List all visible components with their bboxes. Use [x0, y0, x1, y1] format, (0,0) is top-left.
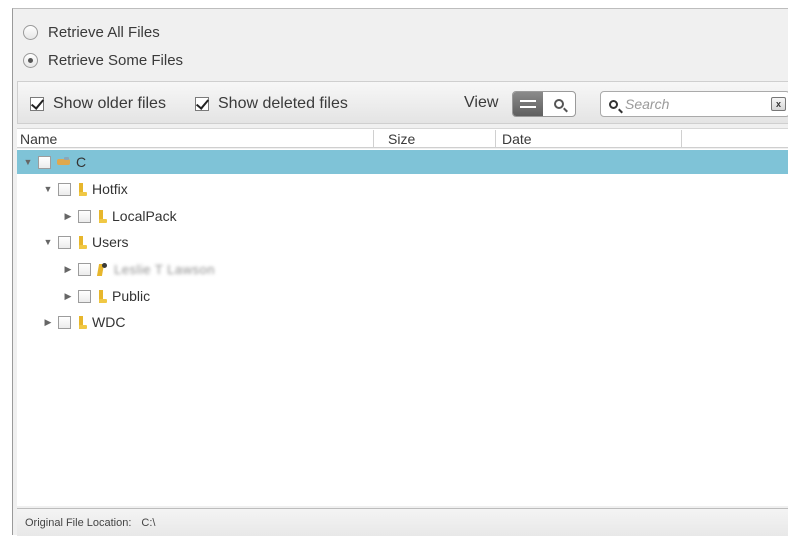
row-checkbox[interactable] — [78, 289, 91, 303]
search-view-button[interactable] — [543, 92, 575, 116]
expand-down-icon[interactable]: ▼ — [43, 184, 53, 194]
tree-row-label: Users — [92, 234, 129, 250]
tree-row-label: LocalPack — [112, 208, 177, 224]
expand-right-icon[interactable]: ▶ — [63, 211, 73, 221]
retrieve-all-option[interactable]: Retrieve All Files — [23, 21, 160, 43]
expand-right-icon[interactable]: ▶ — [63, 264, 73, 274]
close-icon: x — [775, 99, 781, 109]
folder-icon — [97, 289, 107, 304]
tree-row-users[interactable]: ▼ Users — [17, 230, 788, 254]
folder-icon — [97, 209, 107, 224]
column-header-name[interactable]: Name — [17, 130, 374, 148]
retrieve-some-option[interactable]: Retrieve Some Files — [23, 49, 183, 71]
original-location-label: Original File Location: — [25, 516, 132, 529]
expand-down-icon[interactable]: ▼ — [43, 237, 53, 247]
view-toggle — [512, 91, 576, 117]
show-deleted-files-checkbox[interactable]: Show deleted files — [195, 94, 348, 114]
list-view-button[interactable] — [513, 92, 543, 116]
expand-down-icon[interactable]: ▼ — [23, 157, 33, 167]
clear-search-button[interactable]: x — [771, 97, 786, 111]
tree-row-label: Public — [112, 288, 151, 304]
row-checkbox[interactable] — [58, 235, 71, 249]
list-icon — [520, 106, 536, 108]
show-older-files-label: Show older files — [53, 95, 166, 112]
tree-row-label: Leslie T Lawson — [114, 261, 215, 277]
expand-right-icon[interactable]: ▶ — [63, 291, 73, 301]
show-older-files-checkbox[interactable]: Show older files — [30, 94, 166, 114]
search-field: x — [600, 91, 788, 117]
row-checkbox[interactable] — [58, 315, 71, 329]
file-toolbar: Show older files Show deleted files View… — [17, 81, 788, 124]
retrieve-all-label: Retrieve All Files — [48, 23, 160, 41]
tree-row-label: WDC — [92, 314, 126, 330]
show-deleted-files-label: Show deleted files — [218, 95, 348, 112]
tree-row-public[interactable]: ▶ Public — [17, 284, 788, 308]
tree-row-localpack[interactable]: ▶ LocalPack — [17, 204, 788, 228]
expand-right-icon[interactable]: ▶ — [43, 317, 53, 327]
drive-icon — [57, 157, 71, 167]
magnifier-icon — [554, 99, 564, 109]
radio-button[interactable] — [23, 24, 38, 40]
folder-icon — [77, 235, 87, 250]
column-header-size[interactable]: Size — [385, 130, 496, 148]
row-checkbox[interactable] — [38, 155, 51, 169]
radio-button[interactable] — [23, 52, 38, 68]
user-folder-icon — [97, 262, 109, 277]
folder-icon — [77, 315, 87, 330]
search-input[interactable] — [625, 96, 745, 112]
tree-row-wdc[interactable]: ▶ WDC — [17, 310, 788, 334]
tree-row-c[interactable]: ▼ C — [17, 150, 788, 174]
restore-panel: Retrieve All Files Retrieve Some Files S… — [12, 8, 788, 536]
original-location-value: C:\ — [141, 516, 156, 529]
status-bar: Original File Location: C:\ — [17, 508, 788, 536]
folder-icon — [77, 182, 87, 197]
file-tree: ▼ C ▼ Hotfix ▶ LocalPack ▼ Users ▶ Lesli… — [17, 149, 788, 506]
row-checkbox[interactable] — [78, 209, 91, 223]
retrieve-some-label: Retrieve Some Files — [48, 51, 184, 69]
column-header-row: Name Size Date — [17, 128, 788, 148]
tree-row-label: C — [76, 154, 87, 170]
checkbox-icon[interactable] — [30, 97, 44, 111]
column-header-date[interactable]: Date — [499, 130, 682, 148]
tree-row-label: Hotfix — [92, 181, 128, 197]
list-icon — [520, 100, 536, 102]
view-label: View — [464, 94, 499, 111]
row-checkbox[interactable] — [78, 262, 91, 276]
tree-row-hotfix[interactable]: ▼ Hotfix — [17, 177, 788, 201]
search-icon — [609, 99, 618, 109]
row-checkbox[interactable] — [58, 182, 71, 196]
checkbox-icon[interactable] — [195, 97, 209, 111]
tree-row-user-profile[interactable]: ▶ Leslie T Lawson — [17, 257, 788, 281]
